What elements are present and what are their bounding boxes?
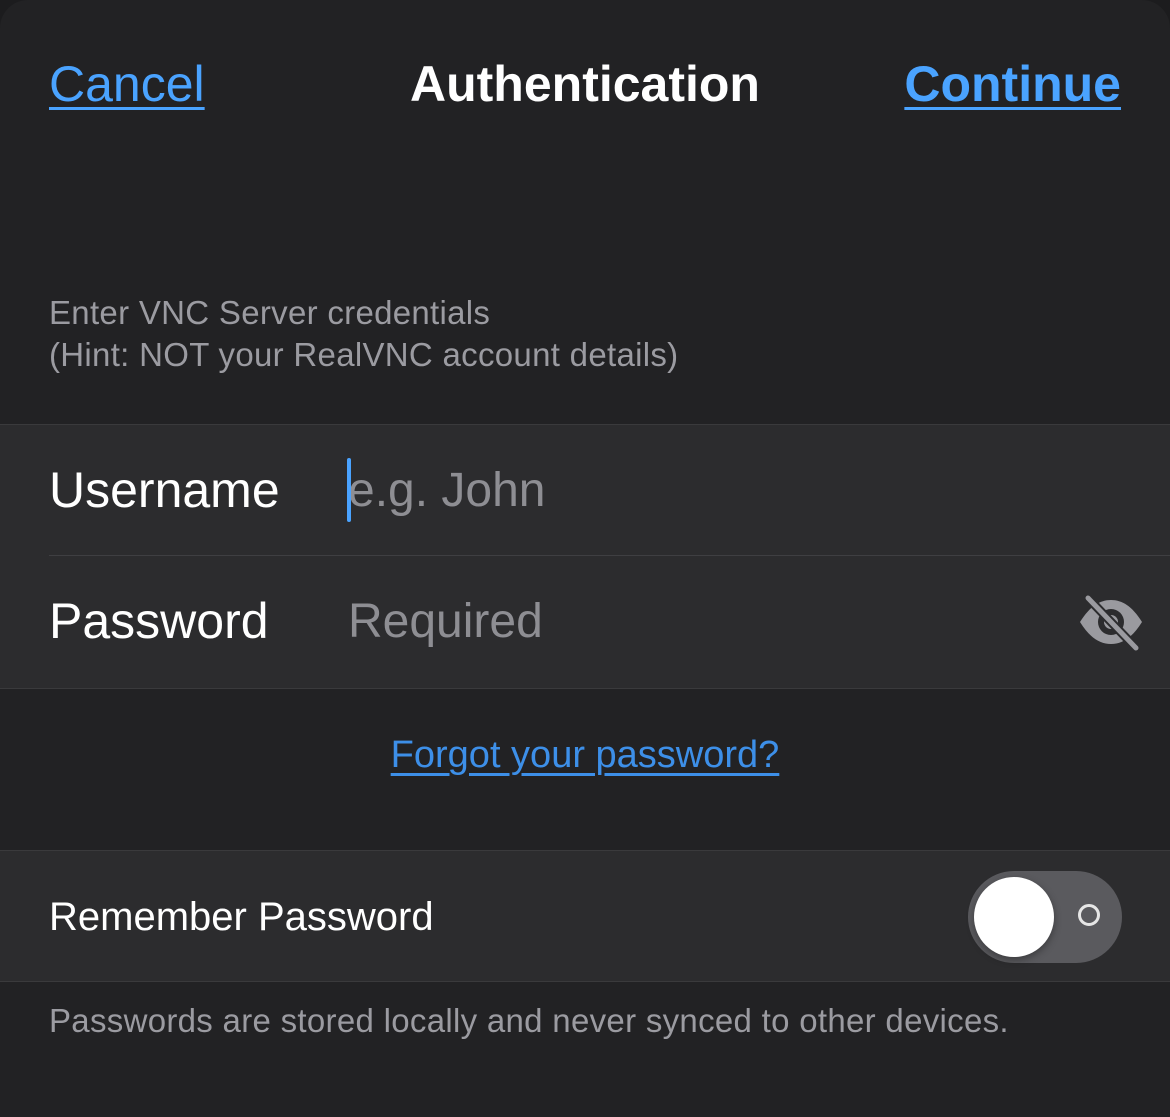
remember-password-label: Remember Password: [49, 895, 434, 939]
eye-slash-icon[interactable]: [1078, 592, 1144, 653]
password-label: Password: [49, 593, 269, 649]
credentials-hint-line: (Hint: NOT your RealVNC account details): [49, 336, 679, 373]
credentials-group: Username Password: [0, 424, 1170, 689]
eye-slash-glyph: [1080, 593, 1142, 653]
password-input[interactable]: [348, 590, 1048, 652]
username-label: Username: [49, 462, 280, 518]
remember-password-toggle[interactable]: [968, 871, 1122, 963]
text-cursor: [347, 458, 351, 522]
forgot-password-container: Forgot your password?: [0, 730, 1170, 780]
authentication-sheet: Cancel Authentication Continue Enter VNC…: [0, 0, 1170, 1117]
credentials-header-line: Enter VNC Server credentials: [49, 294, 491, 331]
remember-password-group: Remember Password: [0, 850, 1170, 982]
password-row: Password: [0, 556, 1170, 687]
credentials-section-header: Enter VNC Server credentials (Hint: NOT …: [49, 292, 1049, 376]
toggle-off-indicator-icon: [1078, 904, 1100, 926]
footer-note: Passwords are stored locally and never s…: [49, 1002, 1009, 1039]
username-row: Username: [0, 425, 1170, 556]
forgot-password-link[interactable]: Forgot your password?: [391, 734, 780, 776]
toggle-knob: [974, 877, 1054, 957]
username-input[interactable]: [348, 459, 1048, 521]
continue-button[interactable]: Continue: [904, 52, 1121, 116]
